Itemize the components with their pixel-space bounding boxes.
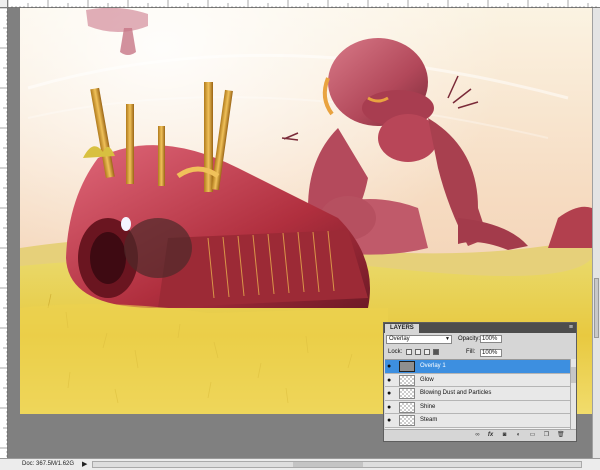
lock-transparency-icon[interactable] — [406, 349, 412, 355]
opacity-field[interactable]: 100% — [480, 335, 502, 343]
lock-image-pixels-icon[interactable] — [415, 349, 421, 355]
layers-panel: LAYERS ≡ Overlay ▼ Opacity: 100% Lock: F… — [383, 322, 577, 442]
layer-name: Blowing Dust and Particles — [420, 390, 492, 396]
blend-mode-select[interactable]: Overlay ▼ — [386, 335, 452, 344]
layer-name: Steam — [420, 417, 438, 423]
layer-thumbnail — [399, 388, 415, 399]
eye-icon[interactable]: ● — [387, 417, 396, 424]
fill-label: Fill: — [466, 349, 476, 355]
layer-list: ● Overlay 1 ● Glow ● Blowing Dust and Pa… — [385, 359, 570, 431]
trash-icon[interactable]: 🗑 — [557, 432, 565, 438]
horizontal-scrollbar-thumb[interactable] — [293, 462, 363, 467]
mask-icon[interactable]: ◙ — [501, 432, 508, 438]
layers-panel-header: LAYERS ≡ — [384, 323, 576, 333]
fx-icon[interactable]: fx — [487, 432, 494, 438]
lock-position-icon[interactable] — [424, 349, 430, 355]
link-icon[interactable]: ∞ — [474, 432, 481, 438]
layer-list-scrollbar-thumb[interactable] — [571, 367, 576, 383]
layer-name: Glow — [420, 376, 434, 383]
vertical-scrollbar[interactable] — [592, 8, 600, 458]
eye-icon[interactable]: ● — [387, 363, 396, 370]
layer-thumbnail — [399, 374, 415, 386]
layers-panel-footer: ∞ fx ◙ ◐ ▭ ❐ 🗑 — [384, 429, 576, 441]
layer-row[interactable]: ● Overlay 1 — [385, 360, 570, 374]
layer-thumbnail — [399, 361, 415, 372]
status-menu-arrow-icon[interactable]: ▶ — [82, 460, 87, 468]
layer-row[interactable]: ● Steam — [385, 414, 570, 428]
eye-icon[interactable]: ● — [387, 390, 396, 397]
layer-row[interactable]: ● Blowing Dust and Particles — [385, 387, 570, 401]
layer-thumbnail — [399, 415, 415, 426]
status-bar: Doc: 367.5M/1.62G ▶ — [0, 458, 600, 470]
group-icon[interactable]: ▭ — [529, 432, 536, 438]
lock-all-icon[interactable] — [433, 349, 439, 355]
fill-field[interactable]: 100% — [480, 349, 502, 357]
blend-mode-value: Overlay — [389, 336, 410, 342]
ruler-origin[interactable] — [0, 0, 8, 8]
panel-menu-icon[interactable]: ≡ — [569, 324, 573, 332]
horizontal-scrollbar[interactable] — [92, 461, 582, 468]
chevron-down-icon: ▼ — [445, 336, 450, 342]
layer-row[interactable]: ● Shine — [385, 400, 570, 414]
lock-label: Lock: — [388, 349, 403, 355]
layer-name: Shine — [420, 403, 436, 410]
vertical-ruler[interactable] — [0, 8, 8, 458]
layer-list-scrollbar[interactable] — [570, 359, 576, 430]
tab-layers[interactable]: LAYERS — [385, 324, 419, 333]
opacity-label: Opacity: — [458, 336, 481, 342]
layer-row[interactable]: ● Glow — [385, 373, 570, 387]
layer-thumbnail — [399, 401, 415, 413]
layer-name: Overlay 1 — [420, 363, 446, 369]
new-layer-icon[interactable]: ❐ — [543, 432, 550, 438]
document-size-status[interactable]: Doc: 367.5M/1.62G — [22, 461, 74, 467]
horizontal-ruler[interactable] — [0, 0, 600, 8]
eye-icon[interactable]: ● — [387, 404, 396, 411]
adjustment-icon[interactable]: ◐ — [515, 432, 522, 438]
vertical-scrollbar-thumb[interactable] — [594, 278, 599, 338]
eye-icon[interactable]: ● — [387, 377, 396, 384]
